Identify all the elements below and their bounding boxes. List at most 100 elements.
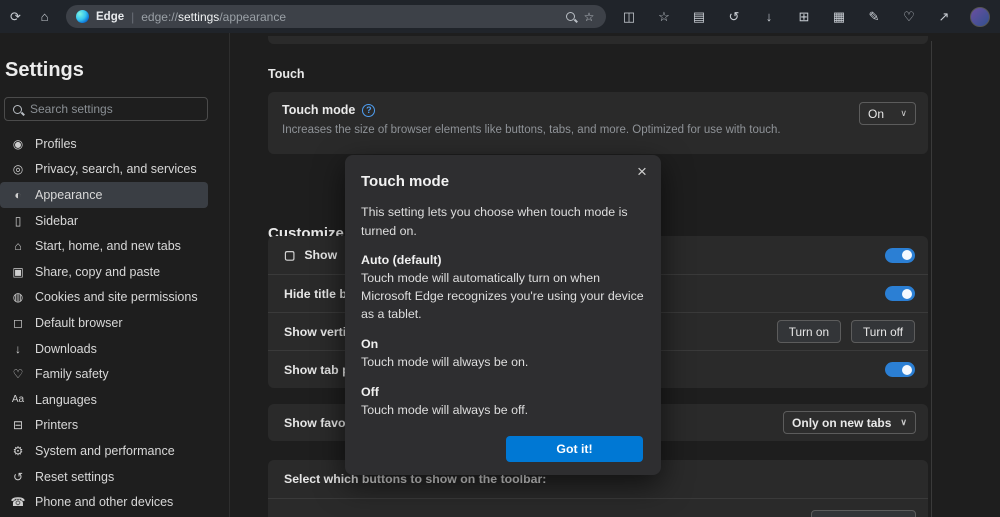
printers-icon: ⊟ — [10, 418, 26, 432]
add-favorite-icon[interactable]: ☆ — [582, 11, 596, 23]
option-off-description: Touch mode will always be off. — [361, 402, 645, 420]
sidebar-item-share-copy-paste[interactable]: ▣Share, copy and paste — [0, 259, 208, 285]
sidebar-item-system-performance[interactable]: ⚙System and performance — [0, 438, 208, 464]
sidebar-item-phone-devices[interactable]: ☎Phone and other devices — [0, 489, 208, 515]
sidebar-item-reset-settings[interactable]: ↺ Reset settings — [0, 464, 208, 490]
turn-on-button[interactable]: Turn on — [777, 320, 841, 343]
collections-icon[interactable]: ▤ — [690, 10, 708, 23]
sidebar-item-printers[interactable]: ⊟ Printers — [0, 413, 208, 439]
sidebar-item-start-home-tabs[interactable]: ⌂Start, home, and new tabs — [0, 233, 208, 259]
content-scrollbar-track[interactable] — [931, 41, 932, 517]
turn-off-button[interactable]: Turn off — [851, 320, 915, 343]
sidebar-item-label: Privacy, search, and services — [35, 162, 197, 176]
got-it-button[interactable]: Got it! — [506, 436, 643, 462]
url-suffix: /appearance — [219, 10, 286, 24]
sidebar-item-label: Printers — [35, 418, 78, 432]
sidebar-item-appearance[interactable]: ◐ Appearance — [0, 182, 208, 208]
search-icon — [13, 105, 22, 114]
privacy-icon: ◎ — [10, 162, 26, 176]
downloads-icon: ↓ — [10, 342, 26, 356]
apps-icon[interactable]: ▦ — [830, 10, 848, 23]
reset-icon: ↺ — [10, 470, 26, 484]
sidebar-item-label: Family safety — [35, 367, 109, 381]
chevron-down-icon: ∨ — [900, 108, 907, 119]
home-icon[interactable]: ⌂ — [37, 10, 52, 23]
search-input[interactable] — [30, 102, 199, 116]
show-tab-toggle[interactable] — [885, 362, 915, 377]
settings-sidebar: Settings ◉ Profiles ◎ Privacy, search, and… — [0, 33, 230, 517]
sidebar-item-profiles[interactable]: ◉ Profiles — [0, 131, 208, 157]
zoom-icon[interactable] — [566, 12, 575, 21]
address-url: edge://settings/appearance — [141, 10, 286, 24]
page-title: Settings — [5, 59, 84, 82]
edge-logo-icon — [76, 10, 89, 23]
sidebar-item-privacy[interactable]: ◎ Privacy, search, and services — [0, 157, 208, 183]
appearance-icon: ◐ — [10, 188, 26, 202]
split-screen-icon[interactable]: ◫ — [620, 10, 638, 23]
sidebar-item-label: Reset settings — [35, 470, 114, 484]
sidebar-icon: ▯ — [10, 214, 26, 228]
downloads-icon[interactable]: ↓ — [760, 10, 778, 23]
close-icon[interactable]: × — [631, 161, 653, 183]
option-on-title: On — [361, 337, 645, 351]
sidebar-item-languages[interactable]: AaLanguages — [0, 387, 208, 413]
address-bar[interactable]: Edge | edge://settings/appearance ☆ — [66, 5, 606, 28]
browser-toolbar: ⟳ ⌂ Edge | edge://settings/appearance ☆ … — [0, 0, 1000, 33]
url-prefix: edge:// — [141, 10, 178, 24]
option-on-description: Touch mode will always be on. — [361, 354, 645, 372]
touch-mode-dropdown-value: On — [868, 107, 884, 121]
extensions-icon[interactable]: ⊞ — [795, 10, 813, 23]
settings-search[interactable] — [4, 97, 208, 121]
touch-mode-label: Touch mode — [282, 103, 355, 117]
profile-avatar[interactable] — [970, 7, 990, 27]
toolbar-row-icon: ▢ — [284, 248, 295, 262]
url-highlight: settings — [178, 10, 219, 24]
web-capture-icon[interactable]: ✎ — [865, 10, 883, 23]
sidebar-item-cookies-permissions[interactable]: ◍ Cookies and site permissions — [0, 285, 208, 311]
toolbar-icons: ◫ ☆ ▤ ↺ ↓ ⊞ ▦ ✎ ♡ ↗ — [620, 7, 990, 27]
share-icon[interactable]: ↗ — [935, 10, 953, 23]
sidebar-item-label: Profiles — [35, 137, 77, 151]
sidebar-item-label: System and performance — [35, 444, 175, 458]
favorites-dropdown[interactable]: Only on new tabs ∨ — [783, 411, 916, 434]
address-app-label: Edge — [96, 11, 124, 23]
sidebar-item-downloads[interactable]: ↓ Downloads — [0, 336, 208, 362]
sidebar-item-label: Languages — [35, 393, 97, 407]
sidebar-item-default-browser[interactable]: ◻Default browser — [0, 310, 208, 336]
profiles-icon: ◉ — [10, 137, 26, 151]
address-separator: | — [131, 10, 134, 24]
option-off-title: Off — [361, 385, 645, 399]
setting-row-label: Show vertic — [284, 325, 353, 339]
sidebar-item-label: Sidebar — [35, 214, 78, 228]
touch-mode-dialog: × Touch mode This setting lets you choos… — [345, 155, 661, 475]
hide-title-bar-toggle[interactable] — [885, 286, 915, 301]
browser-essentials-icon[interactable]: ♡ — [900, 10, 918, 23]
sidebar-item-sidebar[interactable]: ▯ Sidebar — [0, 208, 208, 234]
home-button-row: ⌂ Home button Set button URL — [268, 498, 928, 517]
touch-mode-dropdown[interactable]: On ∨ — [859, 102, 916, 125]
touch-mode-card: Touch mode ? Increases the size of brows… — [268, 92, 928, 154]
option-auto-description: Touch mode will automatically turn on wh… — [361, 270, 645, 324]
touch-mode-description: Increases the size of browser elements l… — [282, 124, 914, 136]
dialog-intro: This setting lets you choose when touch … — [361, 203, 645, 240]
history-icon[interactable]: ↺ — [725, 10, 743, 23]
show-toggle[interactable] — [885, 248, 915, 263]
sidebar-item-label: Downloads — [35, 342, 97, 356]
home-icon: ⌂ — [10, 239, 26, 253]
sidebar-item-label: Appearance — [35, 188, 102, 202]
refresh-icon[interactable]: ⟳ — [8, 10, 23, 23]
share-copy-icon: ▣ — [10, 265, 26, 279]
help-icon[interactable]: ? — [362, 104, 375, 117]
default-browser-icon: ◻ — [10, 316, 26, 330]
favorites-icon[interactable]: ☆ — [655, 10, 673, 23]
chevron-down-icon: ∨ — [900, 417, 907, 428]
set-button-url-button[interactable]: Set button URL — [811, 510, 916, 517]
option-auto-title: Auto (default) — [361, 253, 645, 267]
setting-row-label: Show tab p — [284, 363, 350, 377]
previous-section-card-edge — [268, 36, 928, 44]
cookies-icon: ◍ — [10, 290, 26, 304]
sidebar-item-family-safety[interactable]: ♡ Family safety — [0, 361, 208, 387]
family-safety-icon: ♡ — [10, 367, 26, 381]
sidebar-item-label: Cookies and site permissions — [35, 290, 198, 304]
setting-row-label: Hide title b — [284, 287, 347, 301]
